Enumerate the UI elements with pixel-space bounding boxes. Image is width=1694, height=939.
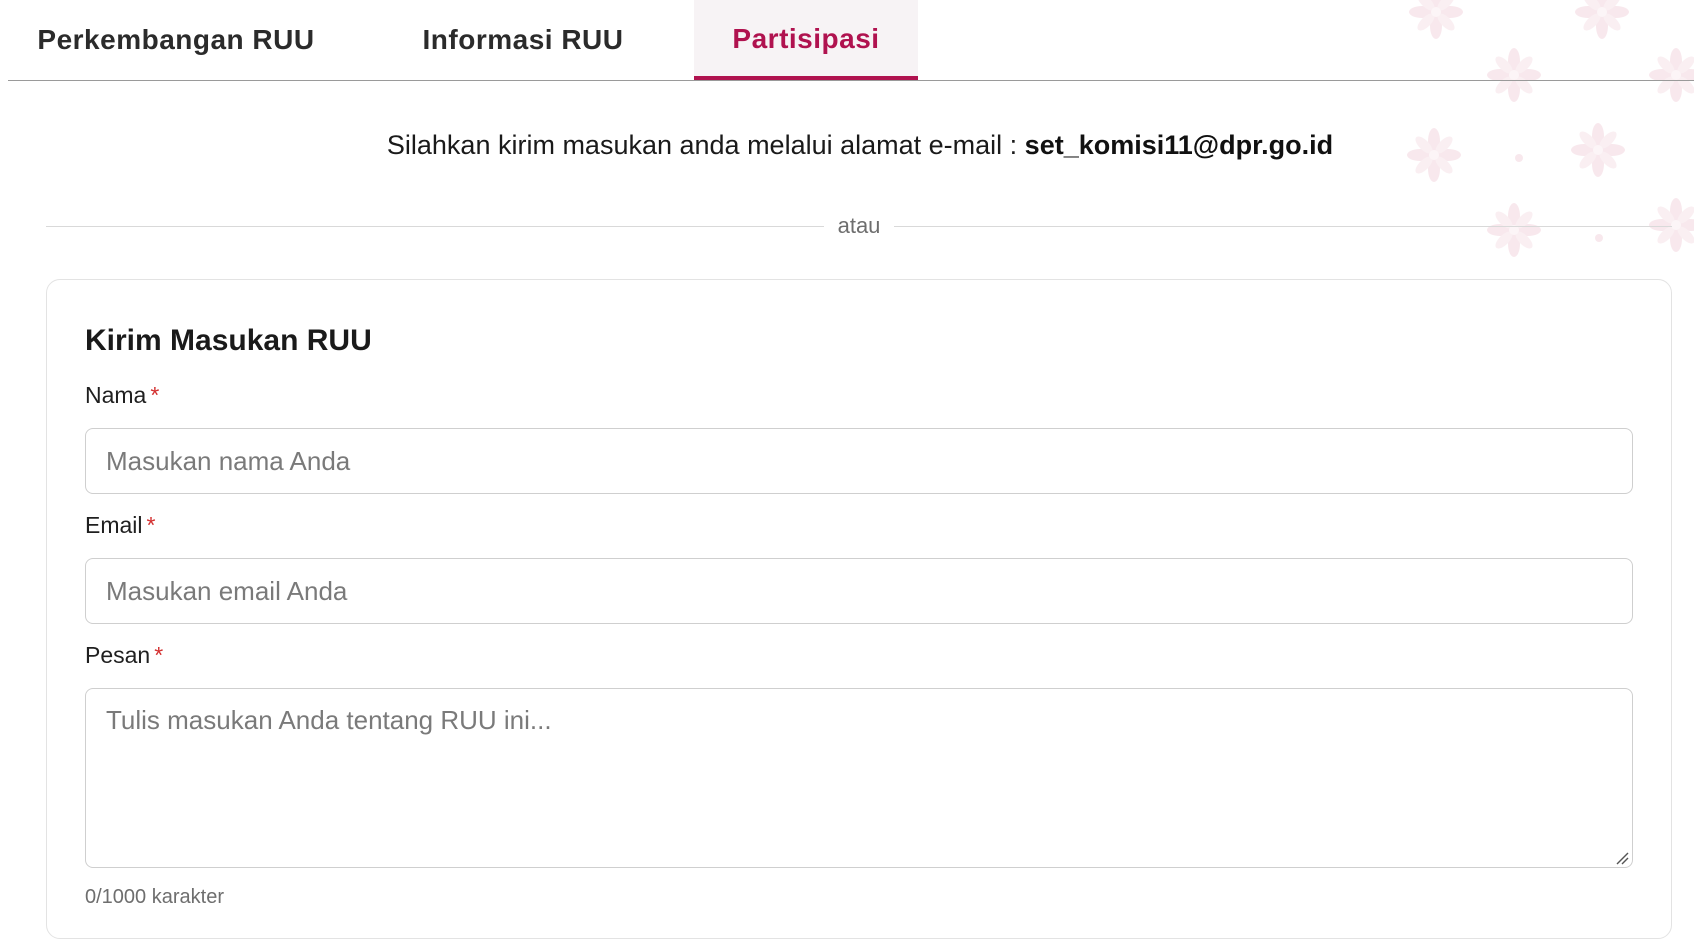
tab-informasi-ruu[interactable]: Informasi RUU (388, 0, 658, 80)
divider-line-left (46, 225, 824, 227)
message-textarea[interactable] (85, 688, 1633, 868)
contact-email: set_komisi11@dpr.go.id (1024, 130, 1334, 160)
email-notice-text: Silahkan kirim masukan anda melalui alam… (386, 130, 1025, 160)
email-input[interactable] (85, 558, 1633, 624)
resize-handle-icon[interactable] (1615, 851, 1629, 865)
message-label: Pesan * (85, 642, 163, 669)
email-label-text: Email (85, 512, 143, 538)
tab-bar: Perkembangan RUU Informasi RUU Partisipa… (8, 0, 1694, 81)
name-input[interactable] (85, 428, 1633, 494)
divider-label: atau (837, 213, 881, 238)
tab-perkembangan-ruu[interactable]: Perkembangan RUU (26, 0, 326, 80)
required-mark: * (150, 382, 160, 408)
name-label-text: Nama (85, 382, 147, 408)
or-divider: atau (46, 213, 1673, 239)
name-label: Nama * (85, 382, 159, 409)
required-mark: * (146, 512, 156, 538)
divider-line-right (894, 225, 1673, 227)
email-label: Email * (85, 512, 155, 539)
feedback-form-card: Kirim Masukan RUU Nama* Email* Pesan* 0/… (46, 279, 1672, 939)
email-notice: Silahkan kirim masukan anda melalui alam… (0, 130, 1694, 161)
form-title: Kirim Masukan RUU (85, 324, 372, 357)
message-label-text: Pesan (85, 642, 151, 668)
character-count: 0/1000 karakter (85, 886, 224, 908)
tab-partisipasi[interactable]: Partisipasi (694, 0, 918, 80)
required-mark: * (154, 642, 164, 668)
